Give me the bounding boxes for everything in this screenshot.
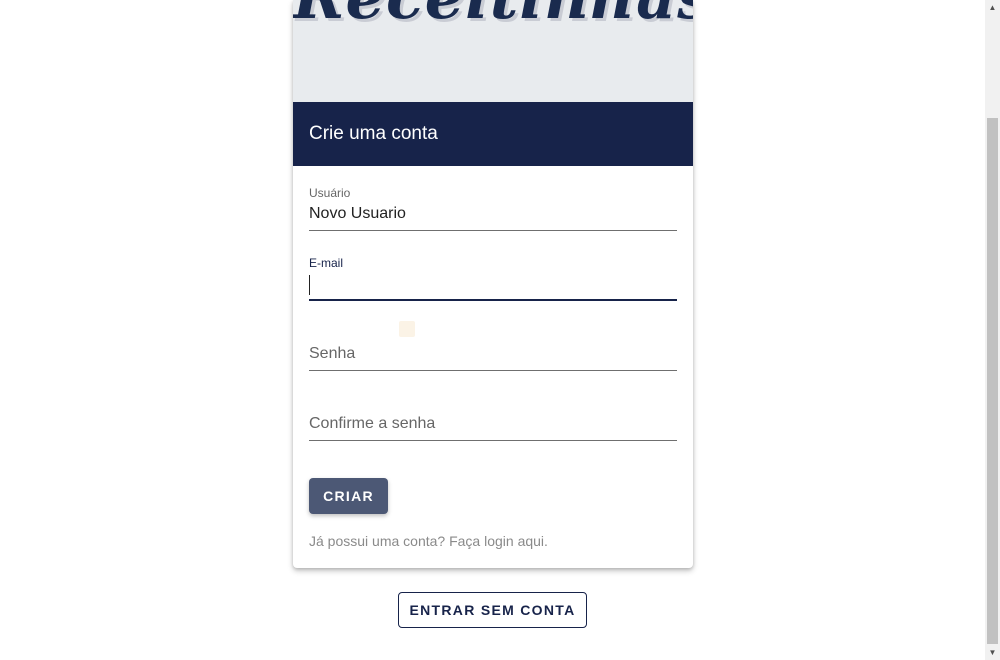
email-underline xyxy=(309,299,677,301)
username-label: Usuário xyxy=(309,186,351,200)
logo-banner: Receitinhas xyxy=(293,0,693,102)
app-logo: Receitinhas xyxy=(293,0,693,33)
password-underline xyxy=(309,370,677,371)
text-caret xyxy=(309,275,310,295)
confirm-password-underline xyxy=(309,440,677,441)
confirm-password-placeholder: Confirme a senha xyxy=(309,415,436,432)
username-value[interactable]: Novo Usuario xyxy=(309,205,406,223)
email-field[interactable]: E-mail xyxy=(309,256,677,302)
username-field[interactable]: Usuário Novo Usuario xyxy=(309,186,677,232)
scroll-thumb[interactable] xyxy=(987,118,998,644)
faint-overlay-artifact xyxy=(389,318,581,340)
overlay-icon xyxy=(399,321,415,337)
password-field[interactable]: Senha xyxy=(309,344,677,372)
form-title: Crie uma conta xyxy=(309,123,438,144)
guest-login-button[interactable]: ENTRAR SEM CONTA xyxy=(398,592,587,628)
password-placeholder: Senha xyxy=(309,345,356,362)
vertical-scrollbar[interactable]: ▲ ▼ xyxy=(985,0,1000,660)
signup-card: Receitinhas Crie uma conta Usuário Novo … xyxy=(293,0,693,568)
create-account-button[interactable]: CRIAR xyxy=(309,478,388,514)
login-link[interactable]: Já possui uma conta? Faça login aqui. xyxy=(309,533,548,549)
form-header: Crie uma conta xyxy=(293,102,693,166)
confirm-password-field[interactable]: Confirme a senha xyxy=(309,414,677,442)
email-label: E-mail xyxy=(309,256,344,270)
scroll-down-icon[interactable]: ▼ xyxy=(985,645,1000,660)
username-underline xyxy=(309,230,677,231)
scroll-up-icon[interactable]: ▲ xyxy=(985,0,1000,15)
